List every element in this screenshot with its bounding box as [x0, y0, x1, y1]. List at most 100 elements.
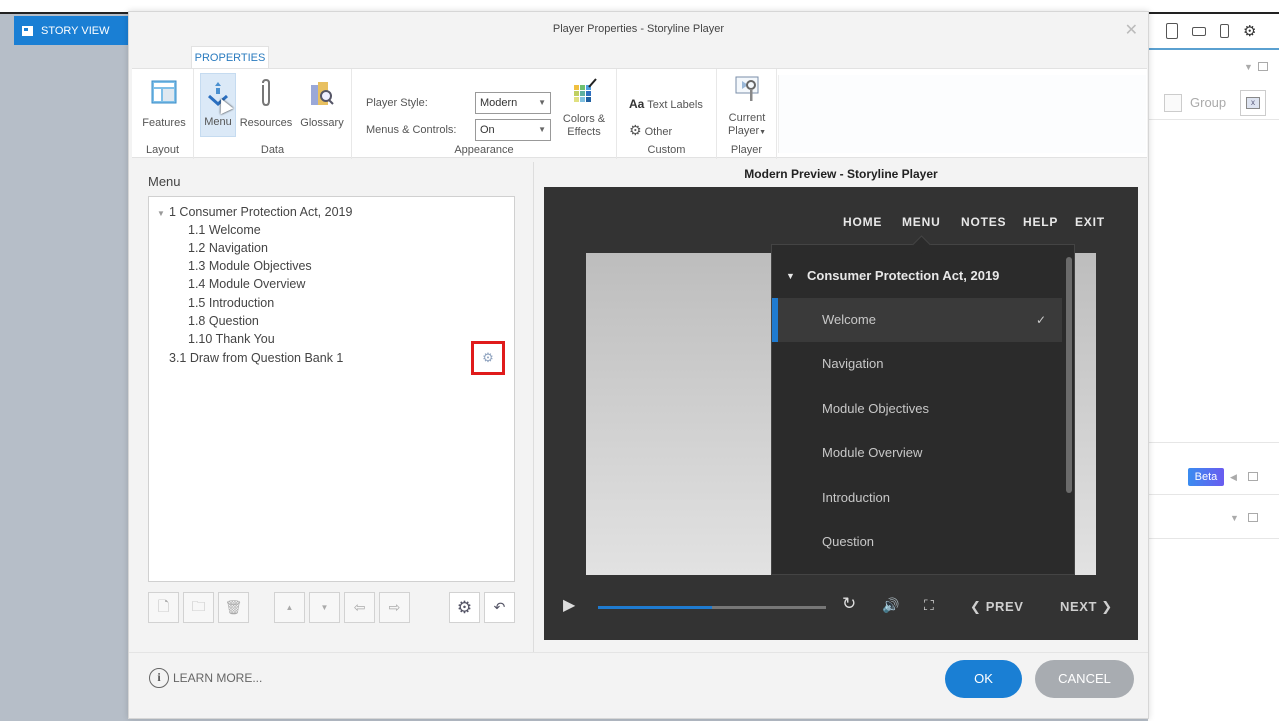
preview-menu-header-label: Consumer Protection Act, 2019: [807, 268, 1000, 283]
player-wrench-icon: [735, 76, 759, 101]
player-properties-dialog: Player Properties - Storyline Player ✕ P…: [128, 11, 1149, 719]
seek-bar[interactable]: [598, 606, 826, 609]
phone-icon[interactable]: [1220, 24, 1229, 38]
panel-divider: [1148, 119, 1279, 120]
gear-icon: ⚙: [482, 350, 494, 365]
tree-item[interactable]: 1.2 Navigation: [188, 241, 268, 255]
window-restore-icon[interactable]: [1248, 472, 1258, 481]
checkmark-icon: ✓: [1035, 313, 1046, 327]
nav-menu[interactable]: MENU: [902, 215, 941, 229]
ribbon-group-data: Menu Resources Glossary Data: [194, 69, 352, 159]
learn-more-link[interactable]: i LEARN MORE...: [149, 668, 262, 688]
add-folder-button[interactable]: 🗀: [183, 592, 214, 623]
tree-item[interactable]: 1.3 Module Objectives: [188, 259, 312, 273]
group-checkbox[interactable]: [1164, 94, 1182, 112]
trash-icon: 🗑: [224, 599, 243, 615]
new-item-button[interactable]: 🗋: [148, 592, 179, 623]
preview-menu-item[interactable]: Introduction: [772, 476, 1062, 520]
nav-notes[interactable]: NOTES: [961, 215, 1006, 229]
tree-item[interactable]: 3.1 Draw from Question Bank 1: [169, 351, 343, 365]
preview-menu-item-label: Navigation: [822, 356, 884, 371]
appearance-group-label: Appearance: [454, 144, 514, 156]
arrow-right-icon: ⇨: [388, 599, 401, 615]
tree-item[interactable]: 1.4 Module Overview: [188, 277, 305, 291]
story-view-tab[interactable]: STORY VIEW: [14, 16, 136, 45]
preview-menu-popup: ▼ Consumer Protection Act, 2019 Welcome …: [771, 244, 1075, 575]
ribbon-group-player: Current Player▼ Player: [717, 69, 777, 159]
tree-item[interactable]: 1 Consumer Protection Act, 2019: [169, 205, 352, 219]
group-label: Group: [1190, 95, 1227, 110]
dropdown-arrow-icon[interactable]: ▼: [1244, 62, 1253, 72]
move-up-button[interactable]: ▲: [274, 592, 305, 623]
window-restore-icon[interactable]: [1248, 513, 1258, 522]
text-labels-icon: Aa: [629, 97, 645, 111]
play-icon[interactable]: ▶: [563, 595, 575, 615]
indent-button[interactable]: ⇨: [379, 592, 410, 623]
tablet-portrait-icon[interactable]: [1166, 23, 1178, 39]
window-restore-icon[interactable]: [1258, 62, 1268, 71]
replay-icon[interactable]: ↻: [842, 594, 856, 614]
collapse-left-icon[interactable]: ◀: [1230, 472, 1237, 483]
right-panel: ⚙ ▼ Group x Beta ◀ ▼: [1148, 14, 1279, 721]
preview-menu-item[interactable]: Module Objectives: [772, 387, 1062, 431]
preview-menu-item[interactable]: Question: [772, 520, 1062, 564]
story-view-icon: [22, 25, 33, 36]
preview-menu-item-label: Question: [822, 534, 875, 549]
ok-button[interactable]: OK: [945, 660, 1022, 698]
menus-controls-label: Menus & Controls:: [366, 124, 457, 136]
nav-home[interactable]: HOME: [843, 215, 882, 229]
preview-menu-item[interactable]: Navigation: [772, 342, 1062, 386]
close-icon[interactable]: ✕: [1125, 20, 1138, 40]
volume-icon[interactable]: 🔊: [882, 597, 899, 614]
outdent-button[interactable]: ⇦: [344, 592, 375, 623]
group-button[interactable]: x: [1240, 90, 1266, 116]
glossary-button[interactable]: Glossary: [296, 73, 348, 137]
tree-collapse-icon[interactable]: ▼: [157, 209, 165, 218]
next-button[interactable]: NEXT ❯: [1060, 599, 1113, 615]
preview-menu-scrollbar[interactable]: [1066, 257, 1072, 493]
background-canvas: [0, 45, 130, 721]
text-labels-button[interactable]: Aa Text Labels: [629, 97, 703, 111]
arrow-up-icon: ▲: [285, 603, 294, 612]
current-player-button[interactable]: Current Player▼: [721, 73, 773, 137]
tree-item[interactable]: 1.1 Welcome: [188, 223, 261, 237]
question-bank-settings-highlight[interactable]: ⚙: [471, 341, 505, 375]
tree-item[interactable]: 1.10 Thank You: [188, 332, 275, 346]
cancel-button[interactable]: CANCEL: [1035, 660, 1134, 698]
colors-effects-button[interactable]: Colors & Effects: [558, 73, 610, 138]
tablet-landscape-icon[interactable]: [1192, 26, 1206, 36]
arrow-left-icon: ⇦: [353, 599, 366, 615]
colors-effects-line1: Colors &: [562, 113, 606, 125]
chevron-down-icon: ▼: [759, 129, 767, 136]
settings-gear-icon[interactable]: ⚙: [1243, 24, 1256, 39]
dropdown-arrow-icon[interactable]: ▼: [1230, 513, 1239, 523]
text-labels-label: Text Labels: [647, 99, 703, 111]
fullscreen-icon[interactable]: ⛶: [924, 597, 934, 614]
features-button[interactable]: Features: [138, 73, 190, 137]
chevron-down-icon: ▼: [538, 98, 546, 107]
pane-divider: [533, 162, 534, 652]
current-player-line2: Player: [727, 125, 760, 137]
ribbon-group-custom: Aa Text Labels ⚙ Other Custom: [617, 69, 717, 159]
tree-item[interactable]: 1.5 Introduction: [188, 296, 274, 310]
other-button[interactable]: ⚙ Other: [629, 122, 672, 139]
preview-menu-item[interactable]: Welcome ✓: [772, 298, 1062, 342]
nav-exit[interactable]: EXIT: [1075, 215, 1105, 229]
prev-button[interactable]: ❮ PREV: [970, 599, 1024, 615]
chevron-down-icon: ▼: [538, 125, 546, 134]
other-label: Other: [644, 126, 673, 138]
reset-menu-button[interactable]: ↶: [484, 592, 515, 623]
player-preview: HOME MENU NOTES HELP EXIT ▼ Consumer Pro…: [544, 187, 1138, 640]
tab-properties[interactable]: PROPERTIES: [191, 46, 269, 68]
delete-button[interactable]: 🗑: [218, 592, 249, 623]
nav-help[interactable]: HELP: [1023, 215, 1058, 229]
info-icon: i: [149, 668, 169, 688]
menus-controls-select[interactable]: On ▼: [475, 119, 551, 141]
resources-button[interactable]: Resources: [238, 73, 294, 137]
menu-options-button[interactable]: ⚙: [449, 592, 480, 623]
move-down-button[interactable]: ▼: [309, 592, 340, 623]
preview-menu-item[interactable]: Module Overview: [772, 431, 1062, 475]
tree-item[interactable]: 1.8 Question: [188, 314, 259, 328]
player-style-select[interactable]: Modern ▼: [475, 92, 551, 114]
menu-tree: ▼ 1 Consumer Protection Act, 2019 1.1 We…: [148, 196, 515, 582]
